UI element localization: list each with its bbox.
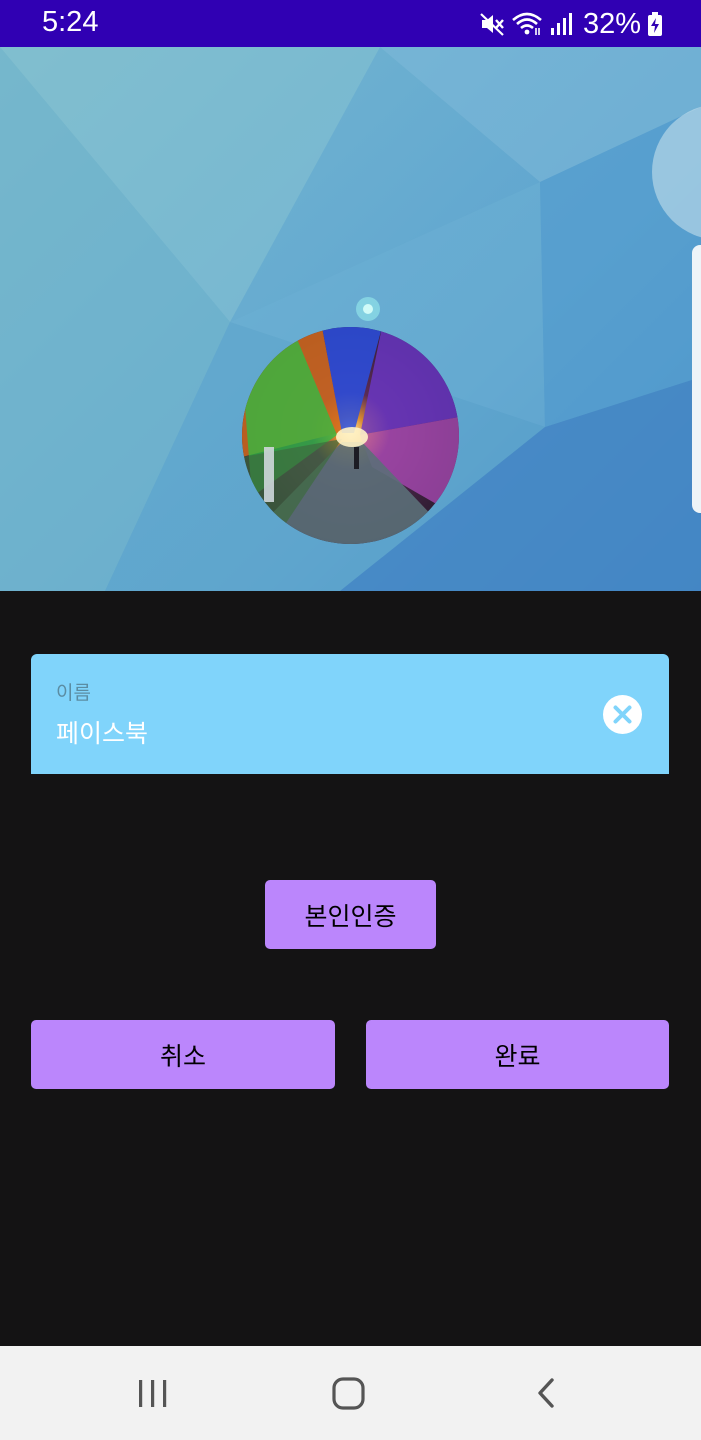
mute-icon [479, 11, 505, 37]
recents-icon[interactable] [123, 1346, 183, 1440]
name-field-label: 이름 [56, 682, 91, 704]
signal-icon [549, 11, 573, 37]
profile-avatar[interactable] [242, 327, 459, 544]
status-icons: 32% [479, 5, 663, 43]
battery-percent: 32% [582, 7, 641, 40]
identity-verification-button[interactable]: 본인인증 [265, 880, 436, 949]
name-field-input[interactable]: 페이스북 [56, 714, 148, 750]
profile-cover-image [0, 47, 701, 591]
done-button[interactable]: 완료 [366, 1020, 669, 1089]
cancel-button[interactable]: 취소 [31, 1020, 335, 1089]
status-time: 5:24 [42, 6, 99, 38]
clear-icon[interactable] [603, 695, 642, 734]
side-scroll-handle[interactable] [692, 245, 701, 513]
status-bar: 5:24 32% [0, 0, 701, 47]
name-field[interactable]: 이름 페이스북 [31, 654, 669, 774]
battery-charging-icon [647, 11, 663, 37]
navigation-bar [0, 1346, 701, 1440]
wifi-icon [511, 11, 543, 37]
home-icon[interactable] [319, 1346, 379, 1440]
back-icon[interactable] [516, 1346, 576, 1440]
